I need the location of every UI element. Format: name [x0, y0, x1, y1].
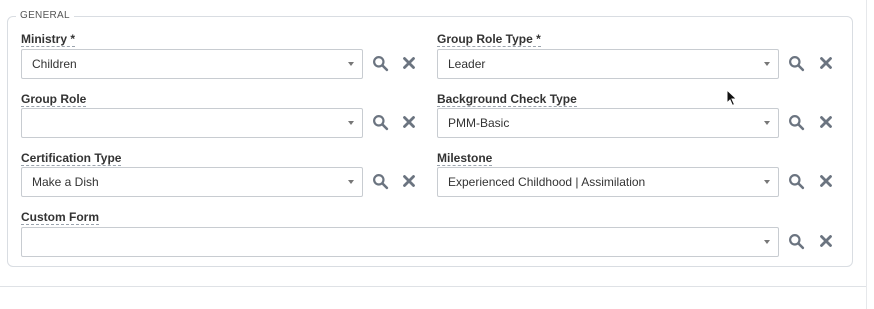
close-icon — [403, 175, 415, 187]
ministry-search-button[interactable] — [372, 55, 390, 73]
group-role-type-clear-button[interactable] — [819, 56, 837, 74]
mouse-pointer-icon — [726, 88, 738, 112]
custom-form-clear-button[interactable] — [819, 234, 837, 252]
ministry-clear-button[interactable] — [402, 56, 420, 74]
custom-form-select[interactable] — [21, 227, 779, 257]
search-icon — [373, 56, 389, 72]
milestone-clear-button[interactable] — [819, 174, 837, 192]
milestone-select[interactable]: Experienced Childhood | Assimilation — [437, 167, 779, 197]
background-check-type-label: Background Check Type — [437, 92, 577, 107]
close-icon — [820, 175, 832, 187]
custom-form-label: Custom Form — [21, 210, 99, 225]
search-icon — [789, 234, 805, 250]
search-icon — [789, 56, 805, 72]
background-check-type-select[interactable]: PMM-Basic — [437, 108, 779, 138]
chevron-down-icon — [348, 180, 354, 184]
close-icon — [403, 116, 415, 128]
ministry-select[interactable]: Children — [21, 49, 363, 79]
close-icon — [820, 57, 832, 69]
certification-type-search-button[interactable] — [372, 173, 390, 191]
milestone-search-button[interactable] — [788, 173, 806, 191]
divider — [0, 286, 866, 287]
group-role-select[interactable] — [21, 108, 363, 138]
close-icon — [403, 57, 415, 69]
certification-type-select[interactable]: Make a Dish — [21, 167, 363, 197]
chevron-down-icon — [764, 62, 770, 66]
chevron-down-icon — [348, 62, 354, 66]
chevron-down-icon — [348, 121, 354, 125]
section-legend: GENERAL — [16, 10, 74, 21]
certification-type-clear-button[interactable] — [402, 174, 420, 192]
search-icon — [373, 115, 389, 131]
ministry-label: Ministry * — [21, 32, 76, 47]
group-role-label: Group Role — [21, 92, 87, 107]
chevron-down-icon — [764, 121, 770, 125]
background-check-type-value: PMM-Basic — [448, 116, 510, 130]
ministry-value: Children — [32, 57, 77, 71]
background-check-type-search-button[interactable] — [788, 114, 806, 132]
close-icon — [820, 116, 832, 128]
vertical-divider — [866, 0, 867, 309]
search-icon — [373, 174, 389, 190]
group-role-type-search-button[interactable] — [788, 55, 806, 73]
group-role-type-label: Group Role Type * — [437, 32, 541, 47]
group-role-search-button[interactable] — [372, 114, 390, 132]
custom-form-search-button[interactable] — [788, 233, 806, 251]
search-icon — [789, 174, 805, 190]
chevron-down-icon — [764, 180, 770, 184]
milestone-label: Milestone — [437, 151, 493, 166]
close-icon — [820, 235, 832, 247]
group-role-type-value: Leader — [448, 57, 486, 71]
certification-type-value: Make a Dish — [32, 175, 99, 189]
search-icon — [789, 115, 805, 131]
background-check-type-clear-button[interactable] — [819, 115, 837, 133]
certification-type-label: Certification Type — [21, 151, 122, 166]
chevron-down-icon — [764, 240, 770, 244]
group-role-clear-button[interactable] — [402, 115, 420, 133]
group-role-type-select[interactable]: Leader — [437, 49, 779, 79]
milestone-value: Experienced Childhood | Assimilation — [448, 175, 646, 189]
